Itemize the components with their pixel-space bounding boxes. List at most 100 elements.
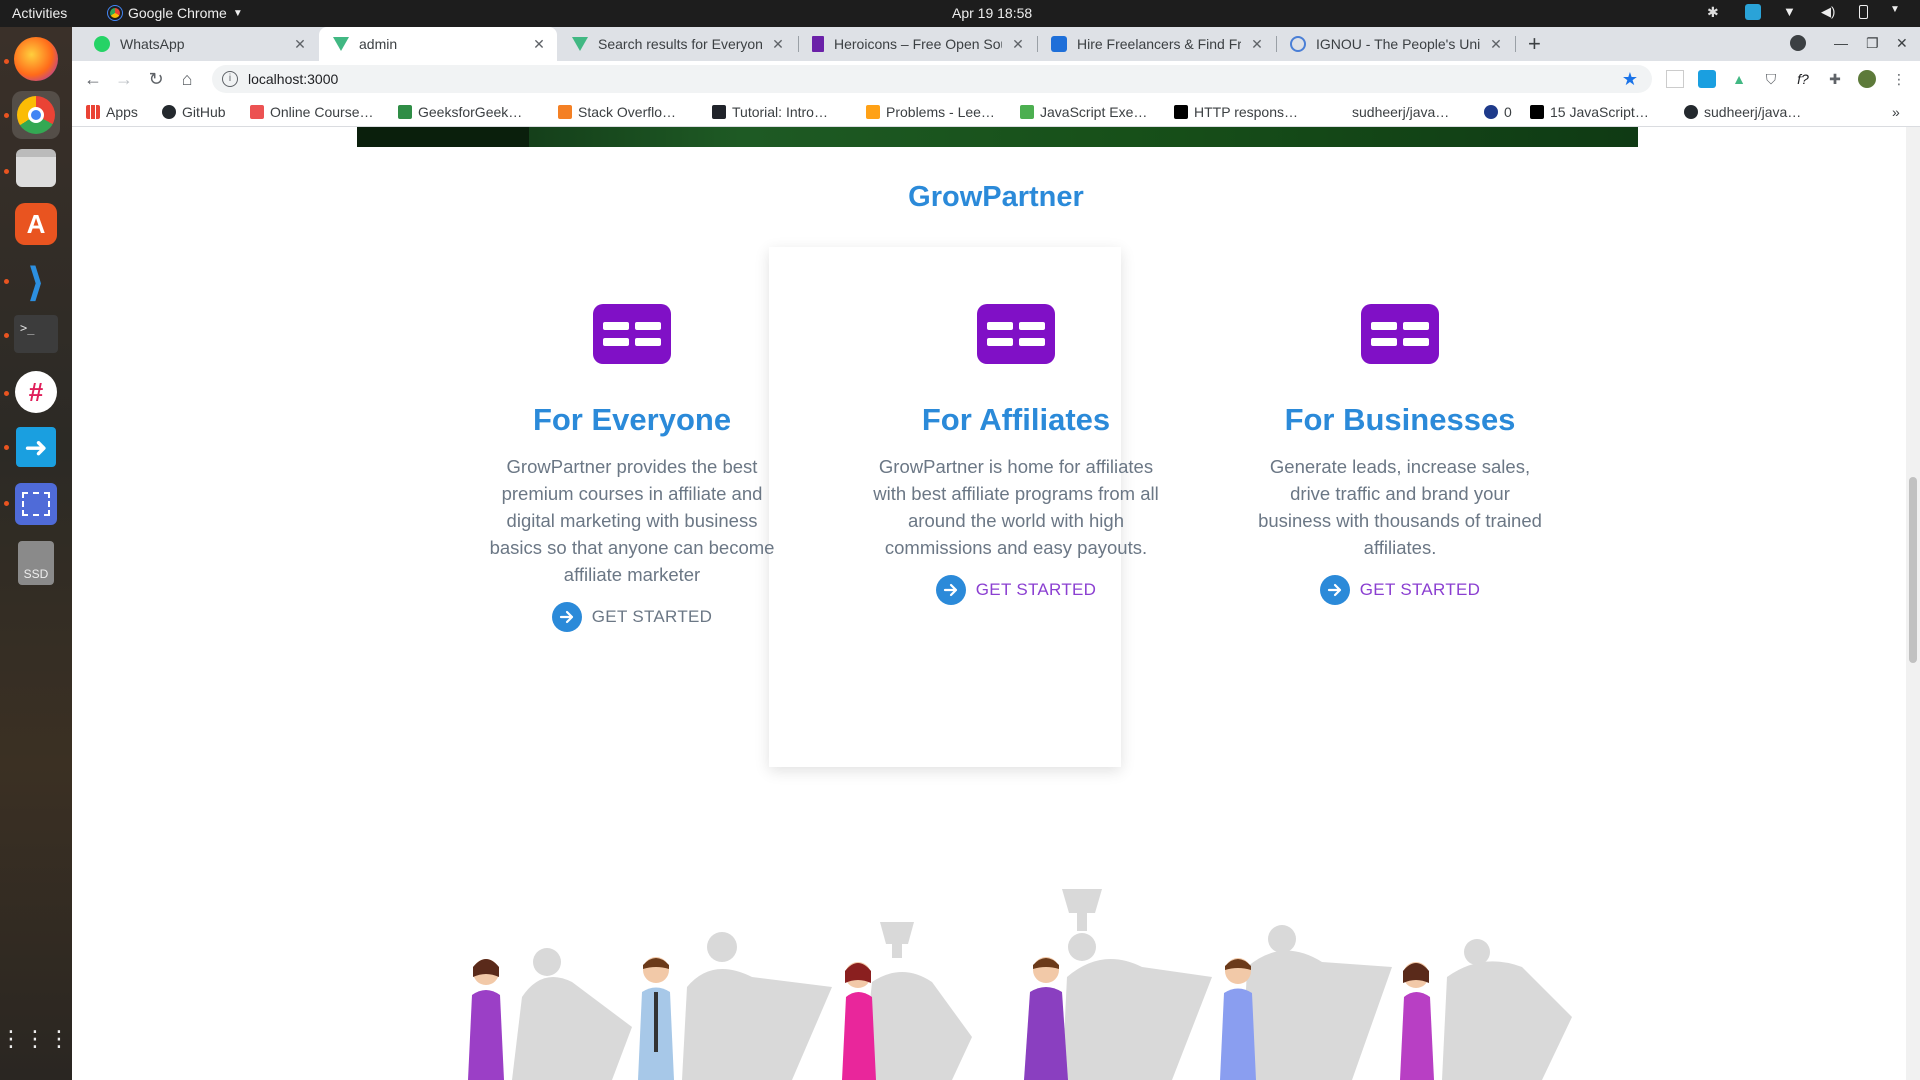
battery-icon[interactable] [1859, 5, 1868, 19]
files-icon[interactable] [16, 149, 56, 187]
tab-whatsapp[interactable]: WhatsApp ✕ [80, 27, 318, 61]
bookmark-react-tutorial[interactable]: Tutorial: Intro… [712, 104, 828, 120]
app-menu[interactable]: Google Chrome ▼ [107, 5, 243, 21]
bookmarks-bar: Apps GitHub Online Course… GeeksforGeek…… [72, 97, 1920, 127]
clock[interactable]: Apr 19 18:58 [952, 5, 1032, 21]
browser-toolbar: ← → ↻ ⌂ i localhost:3000 ★ ▲ ⛉ f? ✚ ⋮ [72, 61, 1920, 97]
profile-avatar[interactable] [1858, 70, 1876, 88]
ssd-drive-icon[interactable]: SSD [18, 541, 54, 585]
system-tray[interactable]: ✱ ▼ ◀) ▼ [1707, 4, 1906, 20]
forward-icon[interactable]: → [113, 68, 135, 90]
wifi-icon[interactable]: ▼ [1783, 4, 1799, 20]
ubuntu-dock: A ⟩ >_ # ➜ SSD ⋮⋮⋮ [0, 27, 72, 1080]
freelancer-icon [1051, 36, 1067, 52]
font-extension-icon[interactable]: f? [1794, 70, 1812, 88]
url-text[interactable]: localhost:3000 [248, 71, 338, 87]
bookmark-stackoverflow[interactable]: Stack Overflo… [558, 104, 676, 120]
more-bookmarks-icon[interactable]: » [1892, 104, 1900, 120]
get-started-button[interactable]: GET STARTED [551, 602, 713, 632]
chrome-dock-icon[interactable] [12, 91, 60, 139]
close-tab-icon[interactable]: ✕ [770, 36, 786, 53]
get-started-button[interactable]: GET STARTED [1319, 575, 1481, 605]
show-applications-icon[interactable]: ⋮⋮⋮ [0, 1015, 70, 1063]
feature-card-businesses: For Businesses Generate leads, increase … [1255, 304, 1545, 605]
github-icon [162, 105, 176, 119]
bookmark-15-javascript[interactable]: 15 JavaScript… [1530, 104, 1649, 120]
extension-icon-1[interactable] [1666, 70, 1684, 88]
bookmark-http-response[interactable]: HTTP respons… [1174, 104, 1298, 120]
flag-icon [812, 36, 824, 52]
screenshot-tray-icon[interactable] [1745, 4, 1761, 20]
bookmark-github[interactable]: GitHub [162, 104, 226, 120]
new-tab-button[interactable]: + [1528, 31, 1541, 57]
tab-search-results[interactable]: Search results for Everyone ✕ [558, 27, 796, 61]
home-icon[interactable]: ⌂ [176, 68, 198, 90]
arrow-right-circle-icon [935, 575, 966, 605]
stackoverflow-icon [558, 105, 572, 119]
tab-admin[interactable]: admin ✕ [319, 27, 557, 61]
power-menu-icon[interactable]: ▼ [1890, 4, 1906, 20]
bookmark-zero[interactable]: 0 [1484, 104, 1512, 120]
close-tab-icon[interactable]: ✕ [1249, 36, 1265, 53]
page-scrollbar[interactable] [1906, 127, 1920, 1080]
app-name: Google Chrome [128, 5, 227, 21]
chrome-menu-icon[interactable]: ⋮ [1890, 70, 1908, 88]
leetcode-icon [866, 105, 880, 119]
vscode-icon[interactable]: ⟩ [12, 259, 60, 307]
address-bar[interactable]: i localhost:3000 ★ [212, 65, 1652, 93]
scrollbar-thumb[interactable] [1909, 477, 1917, 663]
globe-icon [1290, 36, 1306, 52]
whatsapp-icon [94, 36, 110, 52]
bookmark-sudheerj-2[interactable]: sudheerj/java… [1684, 104, 1801, 120]
bookmark-javascript-exe[interactable]: JavaScript Exe… [1020, 104, 1147, 120]
chrome-icon [107, 5, 123, 21]
tab-search-icon[interactable] [1790, 35, 1806, 51]
close-window-icon[interactable]: ✕ [1896, 35, 1908, 52]
tab-freelancer[interactable]: Hire Freelancers & Find Freelance ✕ [1037, 27, 1275, 61]
close-tab-icon[interactable]: ✕ [1488, 36, 1504, 53]
volume-icon[interactable]: ◀) [1821, 4, 1837, 20]
close-tab-icon[interactable]: ✕ [531, 36, 547, 53]
feature-card-everyone: For Everyone GrowPartner provides the be… [487, 304, 777, 632]
vue-devtools-icon[interactable]: ▲ [1730, 70, 1748, 88]
system-top-bar: Activities Google Chrome ▼ Apr 19 18:58 … [0, 0, 1920, 27]
bookmark-apps[interactable]: Apps [86, 104, 138, 120]
screenshot-tool-icon[interactable] [15, 483, 57, 525]
section-title: GrowPartner [908, 181, 1084, 213]
back-icon[interactable]: ← [82, 68, 104, 90]
slack-tray-icon[interactable]: ✱ [1707, 4, 1723, 20]
remote-desktop-icon[interactable]: ➜ [16, 427, 56, 467]
terminal-icon[interactable]: >_ [14, 315, 58, 353]
dev-icon [1530, 105, 1544, 119]
software-center-icon[interactable]: A [15, 203, 57, 245]
screenshot-extension-icon[interactable] [1698, 70, 1716, 88]
chrome-window: WhatsApp ✕ admin ✕ Search results for Ev… [72, 27, 1920, 1080]
feature-description: Generate leads, increase sales, drive tr… [1258, 456, 1542, 558]
minimize-icon[interactable]: — [1834, 35, 1848, 51]
bookmark-geeksforgeeks[interactable]: GeeksforGeek… [398, 104, 522, 120]
w3-icon [1020, 105, 1034, 119]
close-tab-icon[interactable]: ✕ [1010, 36, 1026, 53]
reload-icon[interactable]: ↻ [145, 68, 167, 90]
bookmark-leetcode[interactable]: Problems - Lee… [866, 104, 995, 120]
firefox-icon[interactable] [14, 37, 58, 81]
get-started-label: GET STARTED [1359, 580, 1481, 599]
feature-card-affiliates: For Affiliates GrowPartner is home for a… [871, 304, 1161, 605]
restore-icon[interactable]: ❐ [1866, 35, 1879, 52]
close-tab-icon[interactable]: ✕ [292, 36, 308, 53]
activities-button[interactable]: Activities [12, 5, 67, 21]
table-cells-icon [593, 304, 671, 364]
bookmark-star-icon[interactable]: ★ [1622, 69, 1638, 90]
shield-icon[interactable]: ⛉ [1762, 70, 1780, 88]
extensions-puzzle-icon[interactable]: ✚ [1826, 70, 1844, 88]
get-started-label: GET STARTED [591, 607, 713, 626]
bookmark-udemy[interactable]: Online Course… [250, 104, 374, 120]
slack-icon[interactable]: # [15, 371, 57, 413]
chevron-down-icon: ▼ [232, 7, 243, 19]
tab-heroicons[interactable]: Heroicons – Free Open Source ✕ [798, 27, 1036, 61]
site-info-icon[interactable]: i [222, 71, 238, 87]
bookmark-sudheerj-1[interactable]: sudheerj/java… [1352, 104, 1449, 120]
vue-icon [572, 37, 588, 51]
get-started-button[interactable]: GET STARTED [935, 575, 1096, 605]
tab-ignou[interactable]: IGNOU - The People's University ✕ [1276, 27, 1514, 61]
